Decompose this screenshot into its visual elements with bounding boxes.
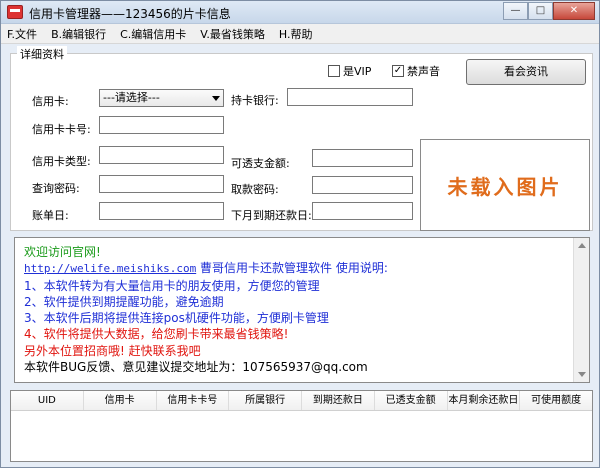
col-overdraft[interactable]: 已透支金额 <box>375 391 448 410</box>
col-bank[interactable]: 所属银行 <box>229 391 302 410</box>
main-window: 信用卡管理器——123456的片卡信息 — □ ✕ F.文件 B.编辑银行 C.… <box>0 0 600 468</box>
card-select[interactable]: ---请选择--- <box>99 89 224 107</box>
welcome-line: 欢迎访问官网! <box>24 245 101 259</box>
window-title: 信用卡管理器——123456的片卡信息 <box>29 7 231 21</box>
overdraft-field[interactable] <box>312 149 413 167</box>
info-item-4: 4、软件将提供大数据，给您刷卡带来最省钱策略! <box>24 327 289 342</box>
card-number-field[interactable] <box>99 116 224 134</box>
next-due-label: 下月到期还款日: <box>231 209 312 222</box>
info-item-1: 1、本软件转为有大量信用卡的朋友使用，方便您的管理 <box>24 278 320 293</box>
overdraft-label: 可透支金额: <box>231 157 290 170</box>
grid-header: UID 信用卡 信用卡卡号 所属银行 到期还款日 已透支金额 本月剩余还款日 可… <box>11 391 592 411</box>
col-available-limit[interactable]: 可使用额度 <box>520 391 592 410</box>
bill-day-field[interactable] <box>99 202 224 220</box>
info-textarea[interactable]: 欢迎访问官网! http://welife.meishiks.com 曹哥信用卡… <box>14 237 590 383</box>
menu-bar: F.文件 B.编辑银行 C.编辑信用卡 V.最省钱策略 H.帮助 <box>1 24 599 44</box>
next-due-field[interactable] <box>312 202 413 220</box>
card-label: 信用卡: <box>32 95 69 108</box>
menu-file[interactable]: F.文件 <box>7 26 37 42</box>
menu-edit-bank[interactable]: B.编辑银行 <box>51 26 106 42</box>
card-type-label: 信用卡类型: <box>32 155 91 168</box>
bank-label: 持卡银行: <box>231 94 279 107</box>
vip-checkbox-box[interactable] <box>328 65 340 77</box>
vip-checkbox[interactable]: 是VIP <box>328 63 371 79</box>
info-item-2: 2、软件提供到期提醒功能，避免逾期 <box>24 294 224 309</box>
menu-savings-strategy[interactable]: V.最省钱策略 <box>200 26 265 42</box>
info-item-3: 3、本软件后期将提供连接pos机硬件功能，方便刷卡管理 <box>24 311 329 326</box>
maximize-button[interactable]: □ <box>528 2 553 20</box>
image-placeholder-text: 未载入图片 <box>447 174 563 199</box>
menu-edit-card[interactable]: C.编辑信用卡 <box>120 26 186 42</box>
col-uid[interactable]: UID <box>11 391 84 410</box>
withdraw-password-field[interactable] <box>312 176 413 194</box>
feedback-line: 本软件BUG反馈、意见建议提交地址为：107565937@qq.com <box>24 360 368 375</box>
mute-checkbox-box[interactable]: ✓ <box>392 65 404 77</box>
bill-day-label: 账单日: <box>32 209 69 222</box>
query-password-field[interactable] <box>99 175 224 193</box>
withdraw-password-label: 取款密码: <box>231 183 279 196</box>
news-button[interactable]: 看会资讯 <box>466 59 586 85</box>
col-card[interactable]: 信用卡 <box>84 391 157 410</box>
menu-help[interactable]: H.帮助 <box>279 26 313 42</box>
intro-line: http://welife.meishiks.com 曹哥信用卡还款管理软件 使… <box>24 260 574 277</box>
scroll-up-icon[interactable] <box>578 243 586 248</box>
details-group-title: 详细资料 <box>17 46 67 62</box>
chevron-down-icon <box>212 96 220 101</box>
card-image: 未载入图片 <box>420 139 590 231</box>
title-bar[interactable]: 信用卡管理器——123456的片卡信息 — □ ✕ <box>1 1 599 24</box>
card-list-grid[interactable]: UID 信用卡 信用卡卡号 所属银行 到期还款日 已透支金额 本月剩余还款日 可… <box>10 390 593 462</box>
col-remaining-days[interactable]: 本月剩余还款日 <box>448 391 521 410</box>
mute-checkbox[interactable]: ✓ 禁声音 <box>392 63 440 79</box>
card-type-field[interactable] <box>99 146 224 164</box>
credit-card-icon <box>7 5 23 19</box>
bank-field[interactable] <box>287 88 413 106</box>
info-scrollbar[interactable] <box>573 238 589 382</box>
minimize-button[interactable]: — <box>503 2 528 20</box>
ad-line: 另外本位置招商哦! 赶快联系我吧 <box>24 343 201 358</box>
vip-checkbox-label: 是VIP <box>343 65 372 78</box>
close-button[interactable]: ✕ <box>553 2 595 20</box>
col-due-date[interactable]: 到期还款日 <box>302 391 375 410</box>
col-card-number[interactable]: 信用卡卡号 <box>157 391 230 410</box>
card-select-value: ---请选择--- <box>103 91 160 104</box>
intro-text: 曹哥信用卡还款管理软件 使用说明: <box>196 261 388 276</box>
website-link[interactable]: http://welife.meishiks.com <box>24 262 196 275</box>
mute-checkbox-label: 禁声音 <box>407 65 440 78</box>
scroll-down-icon[interactable] <box>578 372 586 377</box>
query-password-label: 查询密码: <box>32 182 80 195</box>
card-number-label: 信用卡卡号: <box>32 123 91 136</box>
